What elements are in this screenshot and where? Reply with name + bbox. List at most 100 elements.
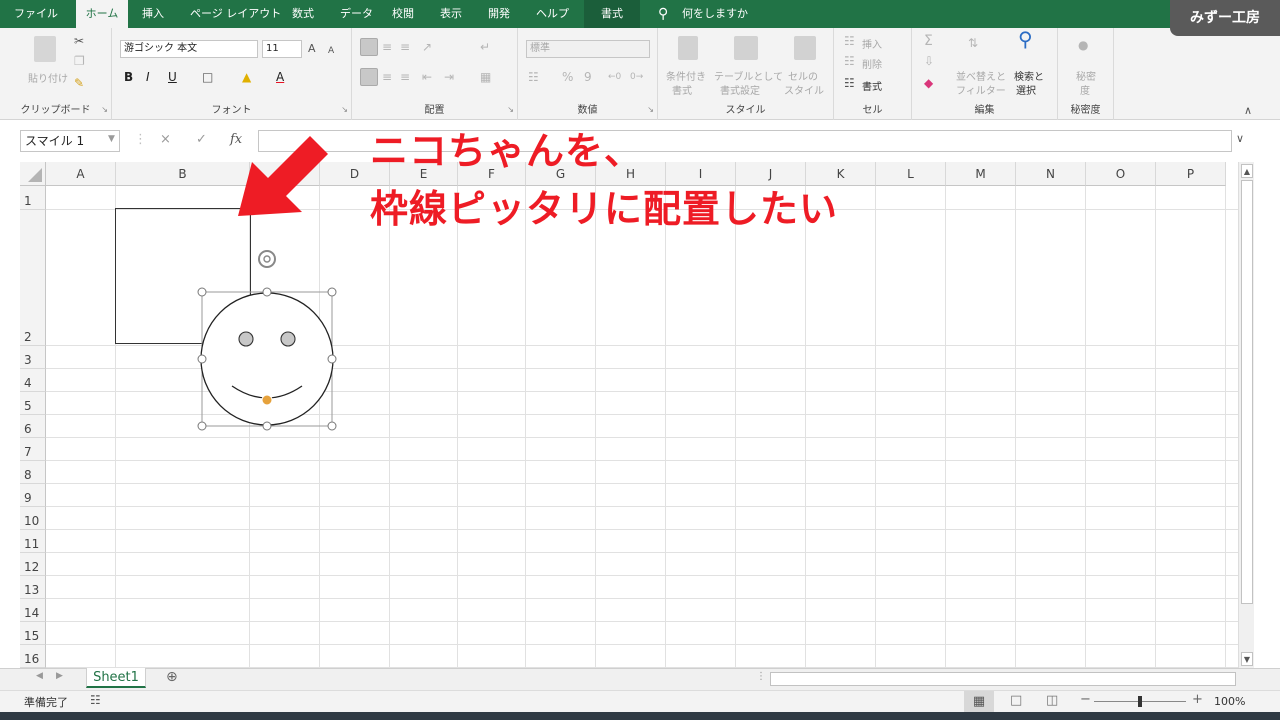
sort-filter-label[interactable]: 並べ替えと (956, 68, 1006, 83)
row-header[interactable]: 10 (20, 507, 46, 530)
row-header[interactable]: 11 (20, 530, 46, 553)
lightbulb-icon[interactable]: ⚲ (658, 0, 668, 28)
format-as-table-icon[interactable] (734, 36, 758, 60)
tab-page-layout[interactable]: ページ レイアウト (190, 0, 281, 28)
italic-button[interactable]: I (146, 70, 150, 84)
tab-help[interactable]: ヘルプ (536, 0, 569, 28)
collapse-ribbon-icon[interactable]: ∧ (1244, 104, 1252, 117)
font-color-button[interactable]: A (276, 70, 284, 84)
insert-cells-button[interactable]: 挿入 (862, 36, 882, 51)
column-header[interactable]: N (1016, 162, 1086, 186)
tab-file[interactable]: ファイル (14, 0, 58, 28)
zoom-slider-thumb[interactable] (1138, 696, 1142, 707)
align-top-icon[interactable] (360, 38, 378, 56)
format-as-table-label2[interactable]: 書式設定 (720, 82, 760, 97)
column-header[interactable]: A (46, 162, 116, 186)
tab-home[interactable]: ホーム (76, 0, 128, 29)
copy-icon[interactable]: ❐ (74, 54, 85, 68)
adjust-handle[interactable] (261, 394, 273, 406)
shrink-font-button[interactable]: A (328, 44, 334, 58)
align-right-icon[interactable]: ≡ (400, 70, 410, 84)
row-header[interactable]: 4 (20, 369, 46, 392)
delete-cells-icon[interactable]: ☷ (844, 54, 855, 68)
merge-cells-icon[interactable]: ▦ (480, 70, 491, 84)
comma-button[interactable]: 9 (584, 70, 592, 84)
sort-filter-label2[interactable]: フィルター (956, 82, 1006, 97)
normal-view-icon[interactable]: ▦ (964, 691, 994, 713)
scroll-up-icon[interactable]: ▲ (1241, 164, 1253, 178)
sensitivity-button[interactable]: 秘密 (1076, 68, 1096, 83)
row-header[interactable]: 5 (20, 392, 46, 415)
tab-shape-format[interactable]: 書式 (584, 0, 640, 28)
paste-button-label[interactable]: 貼り付け (28, 70, 68, 85)
cancel-entry-button[interactable]: × (160, 132, 171, 147)
align-center-icon[interactable]: ≡ (382, 70, 392, 84)
dialog-launcher-icon[interactable]: ↘ (341, 105, 348, 114)
align-left-icon[interactable] (360, 68, 378, 86)
paste-icon[interactable] (34, 36, 56, 62)
splitter-icon[interactable]: ⋮ (756, 671, 766, 682)
next-sheet-icon[interactable]: ▶ (56, 671, 63, 681)
macro-record-icon[interactable]: ☷ (90, 693, 101, 707)
decrease-decimal-icon[interactable]: 0→ (630, 70, 643, 84)
cell-styles-icon[interactable] (794, 36, 816, 60)
conditional-format-label[interactable]: 条件付き (666, 68, 706, 83)
zoom-out-icon[interactable]: − (1080, 692, 1091, 707)
increase-indent-icon[interactable]: ⇥ (444, 70, 454, 84)
row-header[interactable]: 2 (20, 210, 46, 346)
column-header[interactable]: J (736, 162, 806, 186)
find-select-label2[interactable]: 選択 (1016, 82, 1036, 97)
tab-formulas[interactable]: 数式 (292, 0, 314, 28)
select-all-button[interactable] (20, 162, 46, 186)
font-size-select[interactable]: 11 (262, 40, 302, 58)
wrap-text-icon[interactable]: ↵ (480, 40, 490, 54)
cell-styles-label[interactable]: セルの (788, 68, 818, 83)
row-header[interactable]: 12 (20, 553, 46, 576)
column-header[interactable]: L (876, 162, 946, 186)
clear-icon[interactable]: ◆ (924, 76, 933, 90)
row-header[interactable]: 14 (20, 599, 46, 622)
align-bottom-icon[interactable]: ≡ (400, 40, 410, 54)
prev-sheet-icon[interactable]: ◀ (36, 671, 43, 681)
conditional-format-icon[interactable] (678, 36, 698, 60)
scroll-down-icon[interactable]: ▼ (1241, 652, 1253, 666)
dialog-launcher-icon[interactable]: ↘ (101, 105, 108, 114)
orientation-icon[interactable]: ↗ (422, 40, 432, 54)
scroll-thumb[interactable] (1241, 180, 1253, 604)
row-header[interactable]: 13 (20, 576, 46, 599)
bold-button[interactable]: B (124, 70, 133, 84)
find-select-label[interactable]: 検索と (1014, 68, 1044, 83)
fill-icon[interactable]: ⇩ (924, 54, 934, 68)
grow-font-button[interactable]: A (308, 42, 316, 56)
row-header[interactable]: 1 (20, 186, 46, 210)
column-header[interactable]: K (806, 162, 876, 186)
horizontal-scrollbar[interactable] (770, 672, 1236, 686)
decrease-indent-icon[interactable]: ⇤ (422, 70, 432, 84)
page-layout-view-icon[interactable]: □ (1010, 693, 1022, 708)
tab-developer[interactable]: 開発 (488, 0, 510, 28)
name-box[interactable]: スマイル 1 (20, 130, 120, 152)
format-cells-button[interactable]: 書式 (862, 78, 882, 93)
rotate-handle-icon[interactable] (258, 250, 276, 268)
number-format-select[interactable]: 標準 (526, 40, 650, 58)
row-header[interactable]: 8 (20, 461, 46, 484)
row-header[interactable]: 7 (20, 438, 46, 461)
row-header[interactable]: 3 (20, 346, 46, 369)
page-break-view-icon[interactable]: ◫ (1046, 693, 1058, 708)
conditional-format-label2[interactable]: 書式 (672, 82, 692, 97)
format-as-table-label[interactable]: テーブルとして (714, 68, 783, 83)
sheet-tab-sheet1[interactable]: Sheet1 (86, 668, 146, 688)
column-header[interactable]: P (1156, 162, 1226, 186)
currency-icon[interactable]: ☷ (528, 70, 539, 84)
tell-me-search[interactable]: 何をしますか (682, 0, 748, 28)
percent-button[interactable]: % (562, 70, 573, 84)
insert-cells-icon[interactable]: ☷ (844, 34, 855, 48)
sensitivity-icon[interactable]: ● (1078, 38, 1088, 52)
sort-filter-icon[interactable]: ⇅ (968, 36, 978, 50)
font-name-select[interactable]: 游ゴシック 本文 (120, 40, 258, 58)
name-box-dropdown-icon[interactable]: ▼ (108, 134, 115, 144)
fill-color-icon[interactable]: ▲ (242, 70, 251, 84)
confirm-entry-button[interactable]: ✓ (196, 132, 207, 147)
add-sheet-icon[interactable]: ⊕ (166, 669, 178, 685)
expand-formula-bar-icon[interactable]: ∨ (1236, 132, 1244, 145)
